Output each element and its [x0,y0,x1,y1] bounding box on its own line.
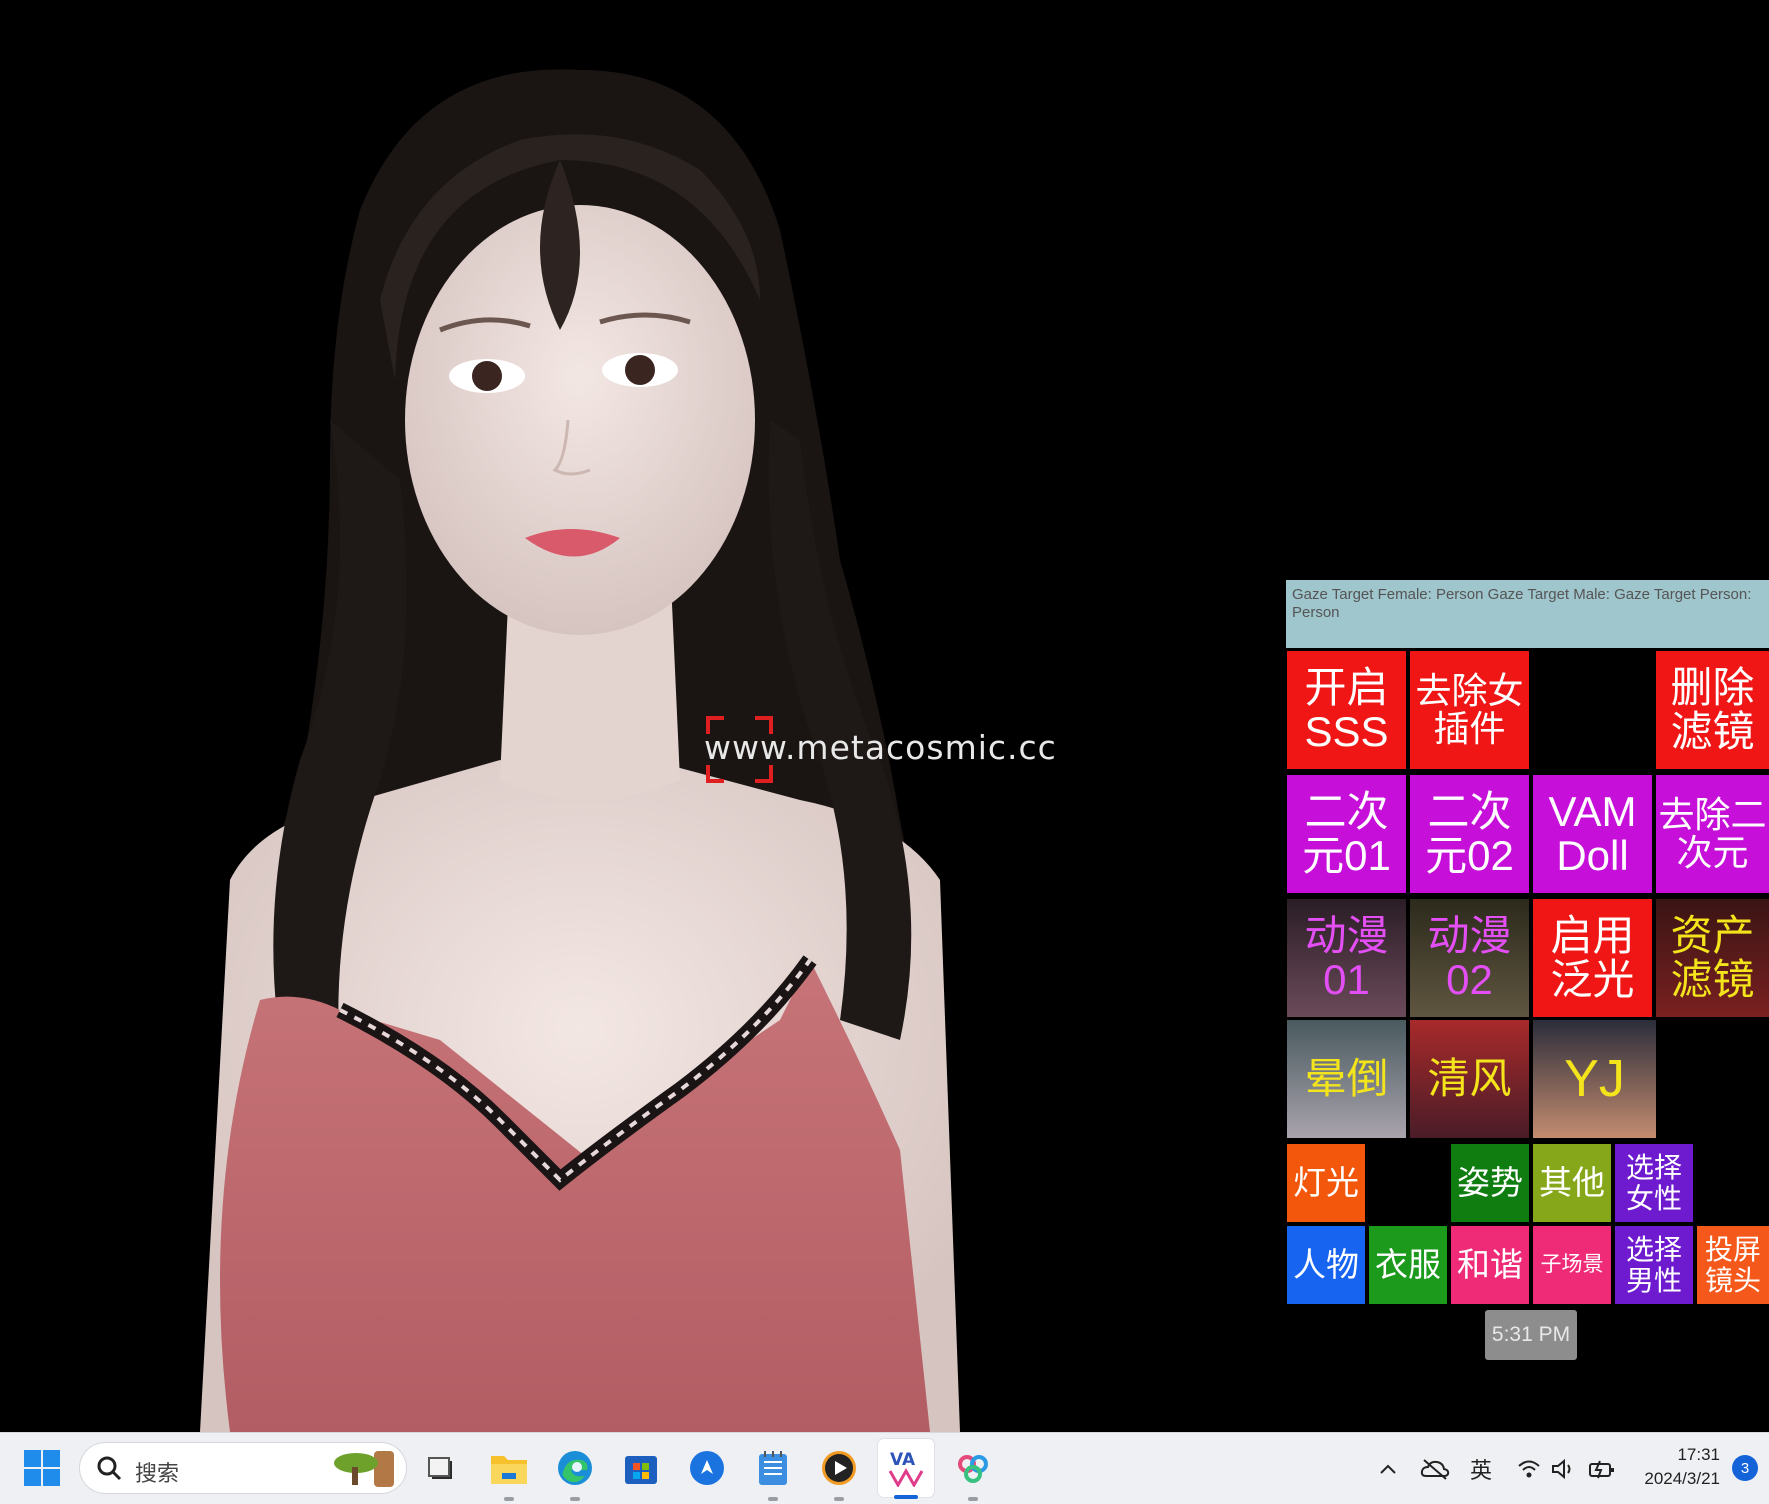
search-icon [97,1456,122,1481]
media-player-icon[interactable] [816,1445,862,1501]
anime-02-button[interactable]: 二次 元02 [1410,775,1529,893]
windows-start-icon[interactable] [24,1450,60,1486]
multicolor-app-icon[interactable] [950,1445,996,1501]
tray-overflow-chevron-icon[interactable] [1372,1433,1404,1504]
delete-filter-button[interactable]: 删除 滤镜 [1656,651,1769,769]
battery-charging-icon[interactable] [1584,1433,1620,1504]
3d-viewport[interactable]: www.metacosmic.cc Gaze Target Female: Pe… [0,0,1769,1432]
pose-button[interactable]: 姿势 [1451,1144,1529,1222]
clothing-button[interactable]: 衣服 [1369,1226,1447,1304]
gaze-target-info: Gaze Target Female: Person Gaze Target M… [1286,580,1769,648]
enable-sss-button[interactable]: 开启 SSS [1287,651,1406,769]
ime-indicator[interactable]: 英 [1464,1433,1498,1504]
taskbar-clock[interactable]: 17:31 2024/3/21 [1630,1443,1720,1491]
file-explorer-icon[interactable] [486,1445,532,1501]
vam-app-icon[interactable]: VA [878,1439,934,1499]
asset-filter-button[interactable]: 资产 滤镜 [1656,899,1769,1017]
enable-bloom-button[interactable]: 启用 泛光 [1533,899,1652,1017]
edge-browser-icon[interactable] [552,1445,598,1501]
select-male-button[interactable]: 选择 男性 [1615,1226,1693,1304]
anime-02-image-button[interactable]: 动漫 02 [1410,899,1529,1017]
lighting-button[interactable]: 灯光 [1287,1144,1365,1222]
faint-button[interactable]: 晕倒 [1287,1020,1406,1138]
onedrive-offline-icon[interactable] [1418,1433,1452,1504]
task-view-icon[interactable] [418,1445,464,1491]
wifi-icon[interactable] [1512,1433,1546,1504]
harmony-button[interactable]: 和谐 [1451,1226,1529,1304]
taskbar-search-box[interactable]: 搜索 [80,1443,406,1493]
taskbar: 搜索 VA 英 17:31 2024/3/21 3 [0,1432,1769,1504]
character-button[interactable]: 人物 [1287,1226,1365,1304]
vam-doll-button[interactable]: VAM Doll [1533,775,1652,893]
anime-01-image-button[interactable]: 动漫 01 [1287,899,1406,1017]
cast-camera-button[interactable]: 投屏 镜头 [1697,1226,1769,1304]
watermark-text: www.metacosmic.cc [704,728,1057,767]
scene-time-chip: 5:31 PM [1485,1310,1577,1360]
blue-app-icon[interactable] [684,1445,730,1491]
microsoft-store-icon[interactable] [618,1445,664,1491]
other-button[interactable]: 其他 [1533,1144,1611,1222]
select-female-button[interactable]: 选择 女性 [1615,1144,1693,1222]
clock-time: 17:31 [1677,1445,1720,1464]
qingfeng-button[interactable]: 清风 [1410,1020,1529,1138]
volume-icon[interactable] [1546,1433,1580,1504]
remove-anime-button[interactable]: 去除二 次元 [1656,775,1769,893]
clock-date: 2024/3/21 [1644,1469,1720,1488]
svg-text:VA: VA [890,1450,916,1470]
search-placeholder: 搜索 [135,1461,180,1486]
yj-button[interactable]: YJ [1533,1020,1656,1138]
anime-01-button[interactable]: 二次 元01 [1287,775,1406,893]
notification-badge[interactable]: 3 [1732,1455,1758,1481]
remove-female-plugin-button[interactable]: 去除女 插件 [1410,651,1529,769]
sub-scene-button[interactable]: 子场景 [1533,1226,1611,1304]
notepad-icon[interactable] [750,1445,796,1501]
search-highlight-tree-icon [334,1451,394,1487]
